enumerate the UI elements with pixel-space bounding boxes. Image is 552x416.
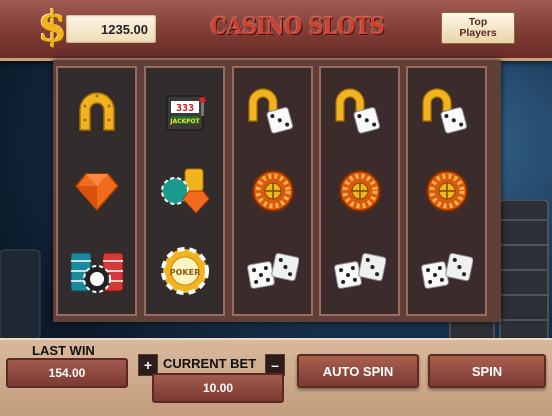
roulette-wheel-icon [234,151,311,231]
balance-display: 1235.00 [66,15,156,43]
jackpot-digits: 333 [175,103,193,114]
jackpot-label: JACKPOT [169,118,200,125]
roulette-wheel-icon [321,151,398,231]
dice-icon [408,231,485,311]
slot-machine-jackpot-icon: 333 JACKPOT [146,71,223,151]
horseshoe-dice-icon [408,71,485,151]
current-bet-label: CURRENT BET [163,356,257,371]
poker-chips-icon [58,231,135,311]
reel-5 [406,66,487,316]
diamond-icon [58,151,135,231]
reel-4 [319,66,400,316]
reel-2: 333 JACKPOT POKER [144,66,225,316]
top-players-button[interactable]: Top Players [441,12,515,44]
roulette-wheel-icon [408,151,485,231]
chips-diamond-icon [146,151,223,231]
auto-spin-button[interactable]: AUTO SPIN [297,354,419,388]
dice-icon [234,231,311,311]
reel-3 [232,66,313,316]
current-bet-display: 10.00 [152,373,284,403]
horseshoe-icon [58,71,135,151]
last-win-display: 154.00 [6,358,128,388]
horseshoe-dice-icon [321,71,398,151]
top-players-label-line2: Players [459,27,497,39]
poker-chip-icon: POKER [146,231,223,311]
horseshoe-dice-icon [234,71,311,151]
game-title: CASINO SLOTS [210,13,385,40]
dollar-icon: $ [38,2,68,51]
background-chip-stacks [0,240,50,341]
dice-icon [321,231,398,311]
reel-1 [56,66,137,316]
spin-button[interactable]: SPIN [428,354,546,388]
last-win-label: LAST WIN [32,343,95,358]
chip-label: POKER [169,268,200,277]
